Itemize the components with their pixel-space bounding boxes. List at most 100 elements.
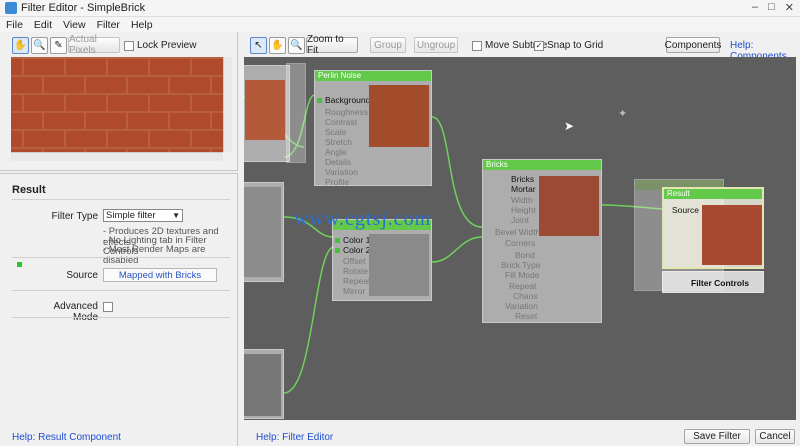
preview-horizontal-scrollbar[interactable] xyxy=(11,152,223,161)
menu-filter[interactable]: Filter xyxy=(97,19,120,31)
node-port[interactable]: Roughness xyxy=(325,107,368,117)
lock-preview-checkbox[interactable] xyxy=(124,40,134,51)
actual-pixels-button[interactable]: Actual Pixels xyxy=(68,34,120,56)
menu-view[interactable]: View xyxy=(63,19,86,31)
node-port[interactable]: Rotate xyxy=(343,266,368,276)
node-port[interactable]: Corners xyxy=(505,238,535,248)
divider xyxy=(12,199,230,200)
node-port[interactable]: Offset xyxy=(343,256,366,266)
node-port[interactable]: Repeat xyxy=(343,276,370,286)
advanced-mode-label: Advanced Mode xyxy=(53,301,98,323)
title-bar: Filter Editor - SimpleBrick – □ ✕ xyxy=(0,0,800,17)
save-filter-button[interactable]: Save Filter xyxy=(684,429,750,444)
cancel-button[interactable]: Cancel xyxy=(755,429,795,444)
bricks-node[interactable]: Bricks Bricks Mortar Width Height Joint … xyxy=(482,159,602,323)
chevron-down-icon: ▼ xyxy=(172,211,180,220)
node-thumbnail xyxy=(369,85,429,147)
snap-to-grid-checkbox[interactable]: ✓ xyxy=(534,40,544,51)
move-subtree-checkbox[interactable] xyxy=(472,40,482,51)
partial-node[interactable] xyxy=(244,349,284,419)
ghost-node xyxy=(286,63,306,163)
filter-type-label: Filter Type xyxy=(51,211,99,222)
group-button[interactable]: Group xyxy=(370,37,406,53)
ungroup-button[interactable]: Ungroup xyxy=(414,37,458,53)
select-tool-icon[interactable]: ↖ xyxy=(250,36,267,54)
node-port[interactable]: Width xyxy=(511,195,533,205)
node-port[interactable]: Mirror xyxy=(343,286,365,296)
window-title: Filter Editor - SimpleBrick xyxy=(21,2,146,14)
node-port[interactable]: Bond xyxy=(515,250,535,260)
result-node[interactable]: Result Source xyxy=(662,187,764,269)
app-icon xyxy=(5,2,17,14)
partial-node[interactable] xyxy=(244,65,290,162)
divider xyxy=(12,257,230,258)
node-port[interactable]: Variation xyxy=(325,167,358,177)
source-label: Source xyxy=(66,270,98,281)
node-port[interactable]: Scale xyxy=(325,127,346,137)
node-title: Perlin Noise xyxy=(315,71,431,81)
help-filter-editor-link[interactable]: Help: Filter Editor xyxy=(256,432,333,443)
node-title: Bricks xyxy=(483,160,601,170)
node-port[interactable]: Brick Type xyxy=(501,260,541,270)
preview-image xyxy=(11,57,223,152)
sparkle-icon: ✦ xyxy=(618,108,628,120)
node-port[interactable]: Angle xyxy=(325,147,347,157)
cursor-icon: ➤ xyxy=(564,119,575,133)
zoom-tool-icon[interactable]: 🔍 xyxy=(31,36,48,54)
menu-file[interactable]: File xyxy=(6,19,23,31)
menu-edit[interactable]: Edit xyxy=(34,19,52,31)
help-result-component-link[interactable]: Help: Result Component xyxy=(12,432,121,443)
node-port[interactable]: Repeat xyxy=(509,281,536,291)
node-port[interactable]: Fill Mode xyxy=(505,270,539,280)
node-port[interactable]: Profile xyxy=(325,177,349,187)
zoom-tool-icon[interactable]: 🔍 xyxy=(288,36,305,54)
advanced-mode-checkbox[interactable] xyxy=(103,302,113,312)
properties-title: Result xyxy=(12,184,46,196)
node-port[interactable]: Source xyxy=(672,205,699,215)
watermark: www.cgtsj.com xyxy=(294,208,432,230)
status-indicator-icon xyxy=(17,262,22,267)
snap-to-grid-label: Snap to Grid xyxy=(547,40,604,51)
close-button[interactable]: ✕ xyxy=(785,1,794,14)
zoom-to-fit-button[interactable]: Zoom to Fit xyxy=(306,34,358,56)
node-port[interactable]: Variation xyxy=(505,301,538,311)
components-button[interactable]: Components xyxy=(665,37,721,53)
left-pane: ✋ 🔍 ✎ Actual Pixels Lock Preview Result … xyxy=(0,32,238,446)
node-port[interactable]: Bricks xyxy=(511,174,534,184)
node-port[interactable]: Joint xyxy=(511,215,529,225)
node-thumbnail xyxy=(369,234,429,296)
node-thumbnail xyxy=(702,205,762,265)
partial-node[interactable] xyxy=(244,182,284,282)
node-port[interactable]: Bevel Width xyxy=(495,227,540,237)
node-port[interactable]: Reset xyxy=(515,311,537,321)
node-port[interactable]: Details xyxy=(325,157,351,167)
node-port[interactable]: Height xyxy=(511,205,536,215)
preview-vertical-scrollbar[interactable] xyxy=(223,57,232,152)
node-port[interactable]: Color 2 xyxy=(335,245,370,255)
node-port[interactable]: Color 1 xyxy=(335,235,370,245)
node-thumbnail xyxy=(539,176,599,236)
graph-canvas[interactable]: Perlin Noise Background Roughness Contra… xyxy=(244,57,796,420)
node-port[interactable]: Contrast xyxy=(325,117,357,127)
hand-tool-icon[interactable]: ✋ xyxy=(12,36,29,54)
gradient-node[interactable]: Color 1 Color 2 Offset Rotate Repeat Mir… xyxy=(332,219,432,301)
filter-type-select[interactable]: Simple filter ▼ xyxy=(103,209,183,222)
node-port[interactable]: Background xyxy=(317,95,370,105)
minimize-button[interactable]: – xyxy=(752,1,758,14)
maximize-button[interactable]: □ xyxy=(768,1,775,14)
perlin-noise-node[interactable]: Perlin Noise Background Roughness Contra… xyxy=(314,70,432,187)
eyedropper-tool-icon[interactable]: ✎ xyxy=(50,36,67,54)
node-title: Result xyxy=(664,189,762,199)
filter-controls-node[interactable]: Filter Controls xyxy=(662,271,764,293)
divider xyxy=(12,317,230,318)
node-port[interactable]: Mortar xyxy=(511,184,536,194)
menu-help[interactable]: Help xyxy=(131,19,153,31)
menu-bar: File Edit View Filter Help xyxy=(0,17,800,32)
node-port[interactable]: Chaos xyxy=(513,291,538,301)
filter-controls-label: Filter Controls xyxy=(691,278,750,288)
hand-tool-icon[interactable]: ✋ xyxy=(269,36,286,54)
pane-splitter[interactable] xyxy=(0,170,238,174)
source-field[interactable]: Mapped with Bricks xyxy=(103,268,217,282)
divider xyxy=(12,290,230,291)
node-port[interactable]: Stretch xyxy=(325,137,352,147)
